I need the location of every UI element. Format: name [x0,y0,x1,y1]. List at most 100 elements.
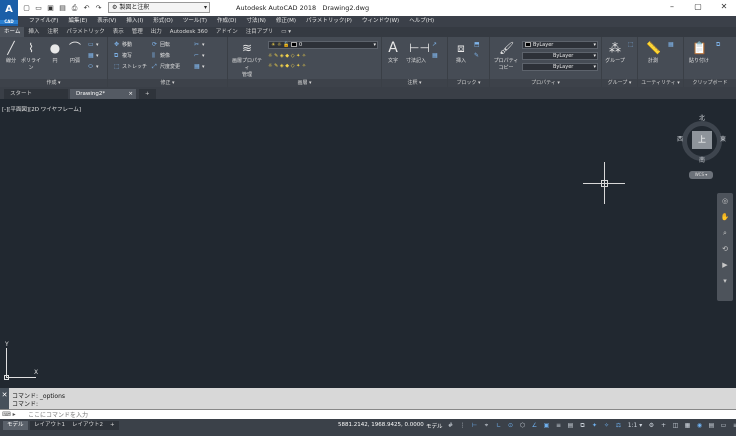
polar-icon[interactable]: ⊙ [506,421,515,431]
match-properties-button[interactable]: 🖌 プロパティ コピー [492,41,520,71]
copy-clip-button[interactable]: ⧉ [716,40,724,49]
app-menu-button[interactable]: A CAD [0,0,18,26]
tab-view[interactable]: 表示 [109,27,128,37]
fillet-button[interactable]: ⌐ ▾ [194,51,205,60]
object-snap-icon[interactable]: ▣ [542,421,551,431]
ungroup-button[interactable]: ⬚ [628,40,636,49]
hatch-button[interactable]: ▦ ▾ [88,51,99,60]
compass-south[interactable]: 南 [699,155,705,164]
panel-utilities-title[interactable]: ユーティリティ ▾ [638,79,683,87]
menu-view[interactable]: 表示(V) [92,16,121,27]
isodraft-icon[interactable]: ⬡ [518,421,527,431]
menu-draw[interactable]: 作成(D) [212,16,242,27]
isolate-objects-icon[interactable]: ◉ [695,421,704,431]
color-combo[interactable]: ByLayer ▾ [522,41,598,49]
stretch-button[interactable]: ⬚ ストレッチ [114,62,147,71]
lineweight-combo[interactable]: ByLayer ▾ [522,63,598,71]
compass-east[interactable]: 東 [720,134,726,143]
layout-tab-layout2[interactable]: レイアウト2 [68,421,107,430]
line-button[interactable]: ╱ 線分 [0,41,22,64]
tab-a360[interactable]: Autodesk 360 [166,27,212,37]
steering-wheel-icon[interactable]: ◎ [717,193,733,209]
panel-modify-title[interactable]: 修正 ▾ [108,79,227,87]
arc-button[interactable]: ⌒ 円弧 [64,41,86,64]
array-button[interactable]: ▦ ▾ [194,62,205,71]
workspace-select[interactable]: ⚙ 製図と注釈 ▾ [108,2,210,13]
paste-button[interactable]: 📋 貼り付け [686,41,712,64]
panel-draw-title[interactable]: 作成 ▾ [0,79,107,87]
command-prompt-icon[interactable]: ⌨ ▸ [2,411,16,418]
tab-output[interactable]: 出力 [147,27,166,37]
scale-select[interactable]: 1:1 ▾ [626,421,644,431]
quick-properties-icon[interactable]: ▦ [683,421,692,431]
tab-addins[interactable]: アドイン [212,27,242,37]
menu-edit[interactable]: 編集(E) [63,16,92,27]
tab-insert[interactable]: 挿入 [24,27,43,37]
layer-combo[interactable]: ☀ ☼ 🔓 0 ▾ [268,41,378,49]
annotation-scale-icon[interactable]: ⚖ [614,421,623,431]
customization-icon[interactable]: ≡ [731,421,736,431]
units-icon[interactable]: ◫ [671,421,680,431]
tab-parametric[interactable]: パラメトリック [62,27,108,37]
linetype-combo[interactable]: ByLayer ▾ [522,52,598,60]
trim-button[interactable]: ✂ ▾ [194,40,205,49]
viewcube[interactable]: 上 北 南 東 西 [677,113,726,164]
selection-cycling-icon[interactable]: ⧉ [578,421,587,431]
showmotion-icon[interactable]: ▶ [717,257,733,273]
panel-annotation-title[interactable]: 注釈 ▾ [382,79,447,87]
rectangle-button[interactable]: ▭ ▾ [88,40,99,49]
save-icon[interactable]: ▣ [46,4,55,13]
menu-parametric[interactable]: パラメトリック(P) [301,16,357,27]
ribbon-toggle-icon[interactable]: ▭ ▾ [277,27,295,37]
move-button[interactable]: ✥ 移動 [114,40,132,49]
ellipse-button[interactable]: ⬭ ▾ [88,62,99,71]
undo-icon[interactable]: ↶ [82,4,91,13]
model-space-toggle[interactable]: モデル [426,422,443,430]
viewcube-face-top[interactable]: 上 [692,131,712,149]
clean-screen-icon[interactable]: ▭ [719,421,728,431]
text-button[interactable]: A 文字 [382,41,404,64]
scale-button[interactable]: ⤢ 尺度変更 [152,62,180,71]
menu-tools[interactable]: ツール(T) [178,16,212,27]
annotation-visibility-icon[interactable]: ✧ [602,421,611,431]
doc-tab-start[interactable]: スタート [4,89,68,99]
leader-button[interactable]: ↗ [432,40,440,49]
save-as-icon[interactable]: ▤ [58,4,67,13]
annotation-monitor-icon[interactable]: + [659,421,668,431]
hardware-acceleration-icon[interactable]: ▤ [707,421,716,431]
workspace-switch-icon[interactable]: ⚙ [647,421,656,431]
transparency-icon[interactable]: ▤ [566,421,575,431]
drawing-canvas[interactable]: [-][平面図][2D ワイヤフレーム] 上 北 南 東 西 WCS ▾ ◎ ✋… [0,99,736,388]
orbit-icon[interactable]: ⟲ [717,241,733,257]
new-tab-button[interactable]: + [139,89,156,99]
doc-tab-drawing2[interactable]: Drawing2* × [70,89,136,99]
menu-help[interactable]: ヘルプ(H) [404,16,439,27]
menu-window[interactable]: ウィンドウ(W) [357,16,404,27]
layout-tab-model[interactable]: モデル [3,421,28,430]
table-button[interactable]: ▦ [432,51,440,60]
panel-block-title[interactable]: ブロック ▾ [448,79,489,87]
dynamic-input-icon[interactable]: ⌖ [482,421,491,431]
layout-tab-add[interactable]: + [106,421,119,430]
close-button[interactable]: ✕ [718,2,730,11]
panel-layers-title[interactable]: 画層 ▾ [228,79,381,87]
layer-properties-button[interactable]: ≋ 画層プロパティ 管理 [230,41,264,78]
layer-tools-row1[interactable]: ☼ ✎ ◈ ◆ ◇ ✦ ✧ [268,52,306,61]
plot-icon[interactable]: ⎙ [70,4,79,13]
create-block-button[interactable]: ⬒ [474,40,482,49]
copy-button[interactable]: ⧉ 複写 [114,51,132,60]
wcs-menu[interactable]: WCS ▾ [689,171,713,179]
snap-icon[interactable]: ⋮ [458,421,467,431]
viewport-controls[interactable]: [-][平面図][2D ワイヤフレーム] [2,105,81,113]
redo-icon[interactable]: ↷ [94,4,103,13]
lineweight-icon[interactable]: ≡ [554,421,563,431]
navbar-menu-icon[interactable]: ▾ [717,273,733,289]
edit-block-button[interactable]: ✎ [474,51,482,60]
menu-modify[interactable]: 修正(M) [271,16,301,27]
measure-button[interactable]: 📏 計測 [642,41,664,64]
menu-insert[interactable]: 挿入(I) [121,16,148,27]
ortho-icon[interactable]: ∟ [494,421,503,431]
coordinates-readout[interactable]: 5881.2142, 1968.9425, 0.0000 [338,422,424,428]
tab-annotate[interactable]: 注釈 [43,27,62,37]
compass-north[interactable]: 北 [699,113,705,122]
